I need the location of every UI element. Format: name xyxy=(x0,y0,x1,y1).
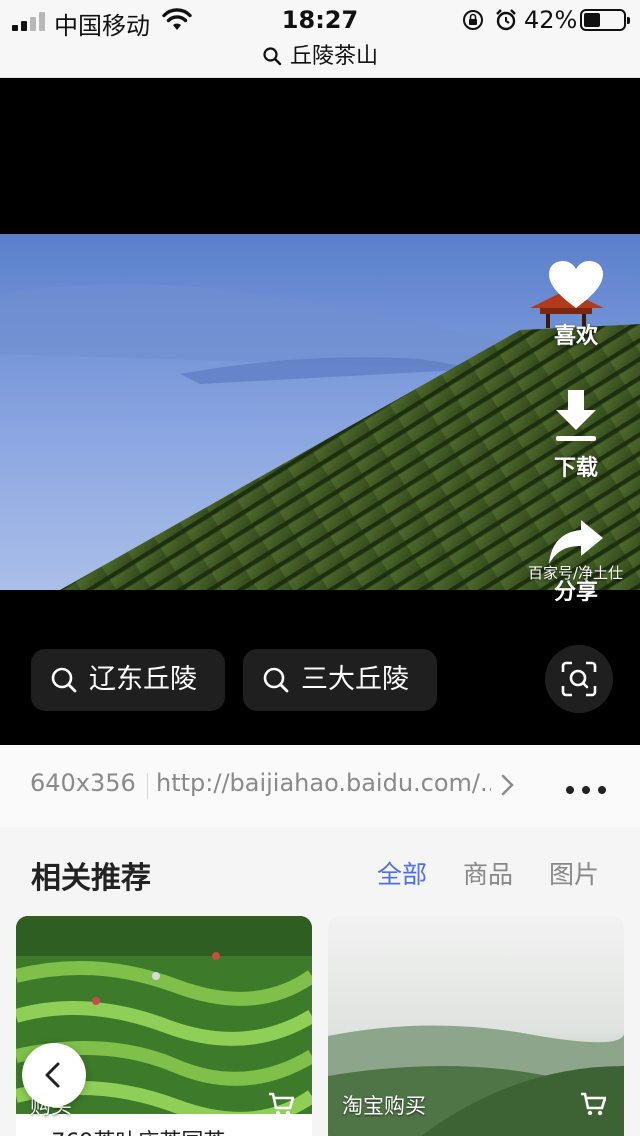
like-label: 喜欢 xyxy=(553,324,598,349)
divider xyxy=(147,773,148,799)
rotation-lock-icon xyxy=(463,10,483,30)
card-caption: m769茶叶庄茶园茶 xyxy=(30,1124,225,1136)
search-icon xyxy=(263,47,282,66)
share-icon xyxy=(549,520,603,564)
page-title: 丘陵茶山 xyxy=(289,44,378,69)
search-icon xyxy=(263,667,289,693)
battery-percent: 42% xyxy=(524,6,578,34)
heart-icon xyxy=(549,261,603,308)
related-recommendations: 相关推荐 全部 商品 图片 购买 m769茶叶庄茶园茶 xyxy=(0,827,640,1136)
back-button[interactable] xyxy=(22,1043,86,1107)
scan-icon xyxy=(561,661,597,697)
watermark: 百家号/净土仕 xyxy=(528,564,624,582)
chip-label: 辽东丘陵 xyxy=(89,664,197,695)
battery-icon xyxy=(580,9,630,31)
alarm-icon xyxy=(496,9,516,31)
source-url[interactable]: http://baijiahao.baidu.com/... xyxy=(156,769,491,797)
image-info-bar: 640x356 http://baijiahao.baidu.com/... xyxy=(0,745,640,827)
tab-products[interactable]: 商品 xyxy=(463,855,513,891)
top-bar: 中国移动 18:27 42% 丘陵茶山 xyxy=(0,0,640,78)
cart-icon[interactable] xyxy=(580,1092,606,1116)
tab-images[interactable]: 图片 xyxy=(549,855,599,891)
chip-three-hills[interactable]: 三大丘陵 xyxy=(243,649,437,711)
chevron-left-icon xyxy=(45,1062,60,1088)
status-bar: 中国移动 18:27 42% xyxy=(0,0,640,40)
chip-liaodong-hills[interactable]: 辽东丘陵 xyxy=(31,649,225,711)
battery-fill xyxy=(584,13,600,27)
image-size: 640x356 xyxy=(30,769,136,797)
download-icon xyxy=(556,390,596,441)
search-title[interactable]: 丘陵茶山 xyxy=(0,38,640,70)
more-icon[interactable] xyxy=(566,786,606,794)
chevron-right-icon[interactable] xyxy=(500,773,516,797)
download-label: 下载 xyxy=(553,456,598,481)
buy-label: 淘宝购买 xyxy=(342,1094,426,1118)
recommend-card[interactable]: 淘宝购买 xyxy=(328,916,624,1136)
image-search-button[interactable] xyxy=(545,645,613,713)
cart-icon[interactable] xyxy=(268,1092,294,1116)
tab-all[interactable]: 全部 xyxy=(377,855,427,891)
like-button[interactable]: 喜欢 xyxy=(516,260,636,350)
section-heading: 相关推荐 xyxy=(31,861,151,896)
download-button[interactable]: 下载 xyxy=(516,388,636,482)
chip-label: 三大丘陵 xyxy=(301,664,409,695)
search-icon xyxy=(51,667,77,693)
